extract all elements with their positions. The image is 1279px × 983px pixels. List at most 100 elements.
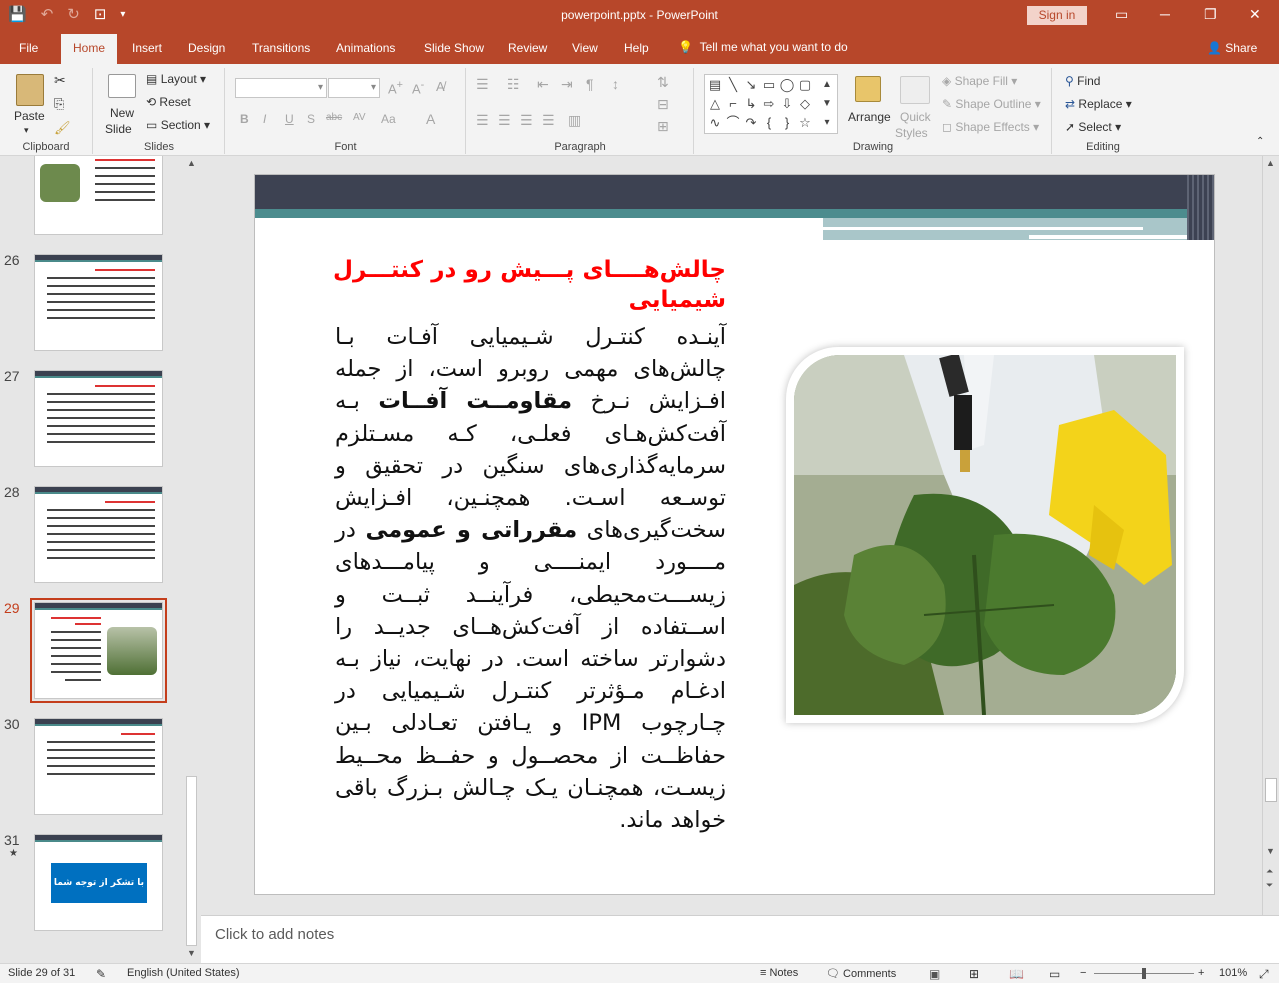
slide[interactable]: چالش‌هــــای پـــیش رو در کنتـــرل شیمیا… — [254, 174, 1215, 895]
tell-me-search[interactable]: 💡 Tell me what you want to do — [678, 40, 848, 54]
curved-arrow-shape-icon[interactable]: ↷ — [743, 115, 759, 131]
shape-fill-button[interactable]: ◈ Shape Fill ▾ — [942, 74, 1017, 88]
oval-shape-icon[interactable]: ◯ — [779, 77, 795, 93]
normal-view-icon[interactable]: ▣ — [929, 967, 940, 981]
rtl-icon[interactable]: ¶ — [586, 76, 594, 92]
bullets-icon[interactable]: ☰ — [476, 76, 489, 93]
line-shape-icon[interactable]: ╲ — [725, 77, 741, 93]
select-button[interactable]: ➚ Select ▾ — [1065, 120, 1121, 134]
comments-button[interactable]: 🗨 Comments — [826, 967, 896, 980]
reset-button[interactable]: ⟲ Reset — [146, 95, 191, 109]
scroll-up-icon[interactable]: ▲ — [1266, 158, 1275, 168]
scroll-up-icon[interactable]: ▲ — [187, 158, 196, 168]
slide-title[interactable]: چالش‌هــــای پـــیش رو در کنتـــرل شیمیا… — [333, 255, 726, 315]
quick-styles-button[interactable]: Quick — [900, 110, 931, 124]
slideshow-icon[interactable]: ▭ — [1049, 967, 1060, 981]
shadow-button[interactable]: S — [307, 112, 315, 126]
next-slide-icon[interactable]: ⏷ — [1266, 880, 1273, 891]
scroll-down-icon[interactable]: ▼ — [187, 948, 196, 958]
triangle-shape-icon[interactable]: △ — [707, 96, 723, 112]
grow-font-icon[interactable]: A+ — [388, 79, 403, 96]
restore-icon[interactable]: ❐ — [1204, 6, 1217, 23]
brace-left-shape-icon[interactable]: { — [761, 115, 777, 131]
tab-home[interactable]: Home — [61, 34, 118, 64]
increase-indent-icon[interactable]: ⇥ — [561, 76, 573, 93]
zoom-level[interactable]: 101% — [1219, 967, 1247, 979]
justify-icon[interactable]: ☰ — [542, 112, 555, 129]
curve-shape-icon[interactable]: ∿ — [707, 115, 723, 131]
tab-animations[interactable]: Animations — [336, 41, 395, 55]
italic-button[interactable]: I — [263, 112, 266, 126]
star-shape-icon[interactable]: ☆ — [797, 115, 813, 131]
find-button[interactable]: ⚲ Find — [1065, 74, 1100, 88]
bold-button[interactable]: B — [240, 112, 249, 126]
slide-thumbnail[interactable] — [34, 370, 163, 467]
close-icon[interactable]: ✕ — [1249, 6, 1261, 23]
new-slide-button[interactable]: New — [110, 106, 134, 120]
tab-review[interactable]: Review — [508, 41, 547, 55]
slide-sorter-icon[interactable]: ⊞ — [969, 967, 979, 981]
change-case-button[interactable]: Aa — [381, 112, 396, 126]
numbering-icon[interactable]: ☷ — [507, 76, 520, 93]
paste-dropdown-icon[interactable]: ▾ — [24, 125, 29, 136]
reading-view-icon[interactable]: 📖 — [1009, 967, 1024, 981]
elbow-shape-icon[interactable]: ↳ — [743, 96, 759, 112]
spelling-icon[interactable]: ✎ — [96, 967, 106, 981]
slide-thumbnail-selected[interactable] — [30, 598, 167, 703]
cut-icon[interactable]: ✂ — [54, 72, 66, 89]
shrink-font-icon[interactable]: A- — [412, 79, 424, 96]
gallery-up-icon[interactable]: ▲ — [819, 77, 835, 93]
arrange-icon[interactable] — [855, 76, 881, 102]
clear-format-icon[interactable]: A̸ — [436, 79, 445, 94]
brace-right-shape-icon[interactable]: } — [779, 115, 795, 131]
rectangle-shape-icon[interactable]: ▭ — [761, 77, 777, 93]
slide-thumbnail[interactable]: با تشکر از توجه شما — [34, 834, 163, 931]
photo-frame[interactable] — [786, 347, 1184, 723]
paste-icon[interactable] — [16, 74, 44, 106]
font-size-combo[interactable]: ▾ — [328, 78, 380, 98]
right-arrow-shape-icon[interactable]: ⇨ — [761, 96, 777, 112]
tab-help[interactable]: Help — [624, 41, 649, 55]
previous-slide-icon[interactable]: ⏶ — [1266, 866, 1273, 877]
tab-transitions[interactable]: Transitions — [252, 41, 310, 55]
collapse-ribbon-icon[interactable]: ⌃ — [1256, 136, 1264, 147]
shape-outline-button[interactable]: ✎ Shape Outline ▾ — [942, 97, 1041, 111]
tab-file[interactable]: File — [19, 41, 38, 55]
section-button[interactable]: ▭ Section ▾ — [146, 118, 210, 132]
tab-insert[interactable]: Insert — [132, 41, 162, 55]
slide-body-text[interactable]: آینـده کنتـرل شـیمیایی آفـات بـا چالش‌ها… — [335, 321, 726, 836]
slide-thumbnails-panel[interactable]: 26 27 28 29 30 31 ★ با تشکر از توجه شما — [0, 156, 200, 963]
slide-thumbnail[interactable] — [34, 254, 163, 351]
columns-icon[interactable]: ▥ — [568, 112, 581, 129]
new-slide-icon[interactable] — [108, 74, 136, 98]
quick-styles-button-line2[interactable]: Styles — [895, 126, 928, 140]
gallery-down-icon[interactable]: ▼ — [819, 96, 835, 112]
slide-thumbnail[interactable] — [34, 486, 163, 583]
underline-button[interactable]: U — [285, 112, 294, 126]
notes-button[interactable]: ≡ Notes — [760, 967, 798, 979]
thumbnails-scrollbar[interactable]: ▲ ▼ — [184, 156, 200, 963]
tab-view[interactable]: View — [572, 41, 598, 55]
quick-styles-icon[interactable] — [900, 76, 930, 104]
gallery-more-icon[interactable]: ▾ — [819, 115, 835, 131]
share-button[interactable]: 👤 Share — [1207, 41, 1257, 55]
connector-shape-icon[interactable]: ⌐ — [725, 96, 741, 112]
new-slide-button-line2[interactable]: Slide — [105, 122, 132, 136]
textbox-shape-icon[interactable]: ▤ — [707, 77, 723, 93]
fit-slide-icon[interactable]: ⤢ — [1259, 967, 1269, 982]
align-left-icon[interactable]: ☰ — [476, 112, 489, 129]
arc-shape-icon[interactable]: ⌒ — [725, 115, 741, 131]
align-right-icon[interactable]: ☰ — [520, 112, 533, 129]
canvas-vertical-scrollbar[interactable]: ▲ ▼ ⏶ ⏷ — [1262, 156, 1279, 915]
language-indicator[interactable]: English (United States) — [127, 967, 240, 979]
text-direction-icon[interactable]: ⇅ — [657, 74, 669, 91]
slide-thumbnail[interactable] — [34, 718, 163, 815]
font-color-button[interactable]: A — [426, 111, 435, 127]
align-center-icon[interactable]: ☰ — [498, 112, 511, 129]
zoom-out-icon[interactable]: − — [1080, 967, 1086, 979]
down-arrow-shape-icon[interactable]: ⇩ — [779, 96, 795, 112]
font-name-combo[interactable]: ▾ — [235, 78, 327, 98]
sign-in-button[interactable]: Sign in — [1027, 6, 1087, 25]
arrow-line-shape-icon[interactable]: ↘ — [743, 77, 759, 93]
paste-button[interactable]: Paste — [14, 109, 45, 123]
